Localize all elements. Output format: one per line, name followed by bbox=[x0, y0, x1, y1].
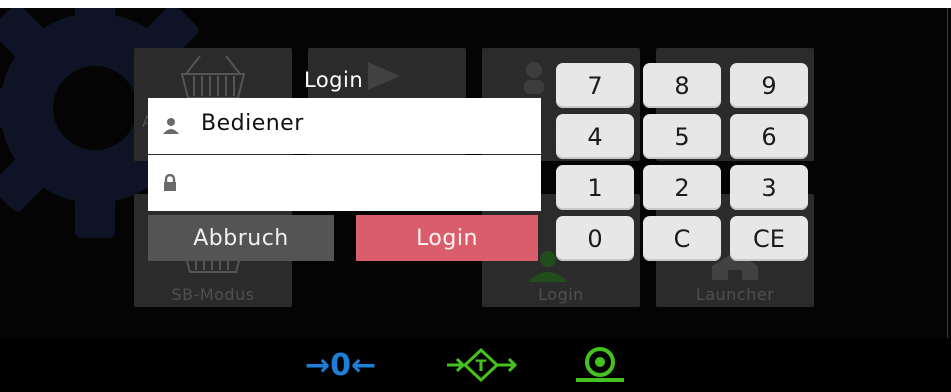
key-8[interactable]: 8 bbox=[643, 63, 721, 108]
key-ce[interactable]: CE bbox=[730, 216, 808, 261]
key-4[interactable]: 4 bbox=[556, 114, 634, 159]
key-5[interactable]: 5 bbox=[643, 114, 721, 159]
zero-indicator-icon: →0← bbox=[305, 346, 376, 384]
numeric-keypad: 7 8 9 4 5 6 1 2 3 0 C CE bbox=[556, 63, 815, 263]
cancel-button[interactable]: Abbruch bbox=[148, 215, 334, 261]
top-strip bbox=[0, 0, 951, 8]
user-icon bbox=[162, 117, 180, 135]
stable-icon bbox=[568, 346, 632, 384]
status-bar: →0← T bbox=[0, 338, 951, 392]
password-input[interactable] bbox=[196, 163, 530, 203]
key-1[interactable]: 1 bbox=[556, 165, 634, 210]
main-area: A SB-Modus Login bbox=[0, 8, 951, 338]
lock-icon bbox=[162, 174, 178, 192]
key-7[interactable]: 7 bbox=[556, 63, 634, 108]
key-c[interactable]: C bbox=[643, 216, 721, 261]
key-2[interactable]: 2 bbox=[643, 165, 721, 210]
password-field[interactable] bbox=[148, 155, 541, 211]
username-field[interactable]: Bediener bbox=[148, 98, 541, 154]
key-6[interactable]: 6 bbox=[730, 114, 808, 159]
key-0[interactable]: 0 bbox=[556, 216, 634, 261]
right-edge-rule bbox=[947, 8, 948, 338]
tare-icon: T bbox=[445, 346, 517, 384]
login-button[interactable]: Login bbox=[356, 215, 538, 261]
username-value[interactable]: Bediener bbox=[201, 111, 304, 136]
key-3[interactable]: 3 bbox=[730, 165, 808, 210]
svg-text:T: T bbox=[476, 356, 487, 375]
key-9[interactable]: 9 bbox=[730, 63, 808, 108]
login-dialog-title: Login bbox=[304, 68, 363, 92]
